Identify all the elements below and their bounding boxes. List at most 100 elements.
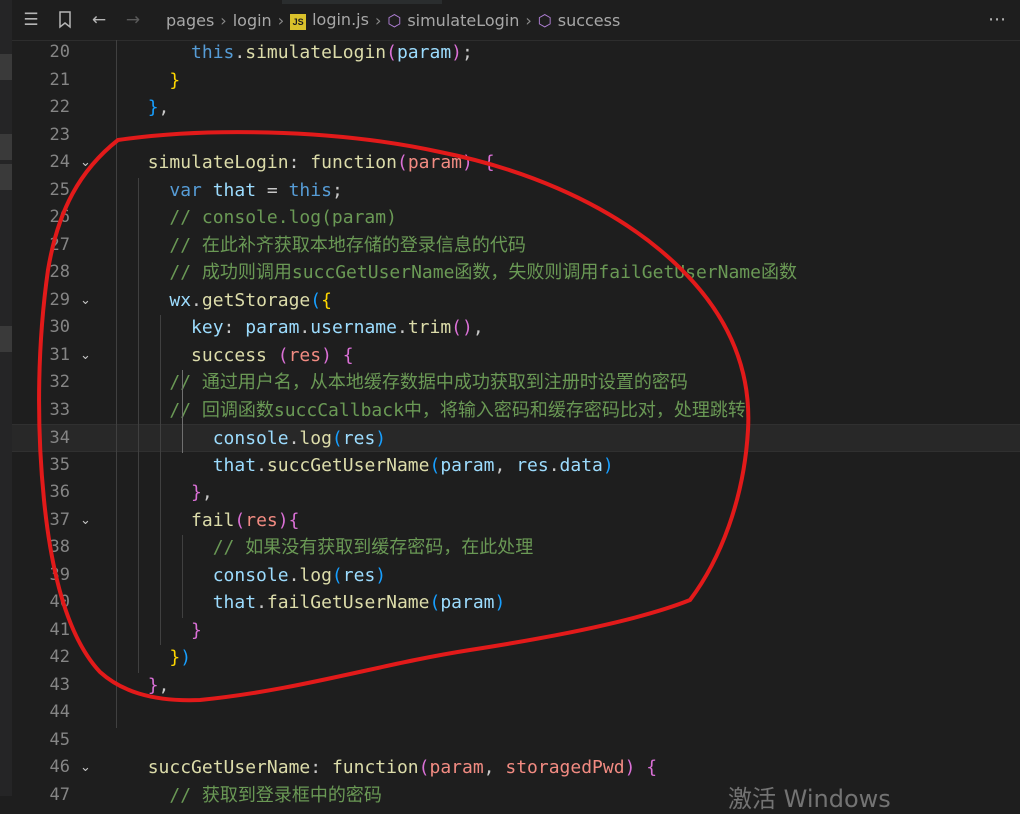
- code-line[interactable]: 39 console.log(res): [12, 562, 1020, 590]
- cube-icon: ⬡: [537, 10, 552, 30]
- code-text: wx.getStorage({: [169, 289, 332, 311]
- arrow-right-icon[interactable]: →: [118, 5, 148, 35]
- strip-marker: [0, 326, 12, 352]
- line-number: 28: [49, 262, 70, 282]
- line-number: 39: [49, 564, 70, 585]
- code-line[interactable]: 32 // 通过用户名，从本地缓存数据中成功获取到注册时设置的密码: [12, 369, 1020, 397]
- chevron-down-icon[interactable]: ⌄: [80, 287, 96, 315]
- code-line[interactable]: 44: [12, 699, 1020, 727]
- line-number: 35: [49, 454, 70, 475]
- line-number: 47: [49, 784, 70, 805]
- line-number: 46: [49, 757, 70, 777]
- code-text: // 如果没有获取到缓存密码，在此处理: [212, 537, 534, 558]
- code-text: },: [147, 97, 170, 118]
- indent-guide: [138, 177, 139, 673]
- code-line[interactable]: 25 var that = this;: [12, 177, 1020, 205]
- indent-guide: [182, 370, 183, 453]
- code-line[interactable]: 36 },: [12, 479, 1020, 507]
- line-number: 21: [49, 69, 70, 90]
- code-line[interactable]: 31 ⌄ success (res) {: [12, 342, 1020, 370]
- code-text: // 通过用户名，从本地缓存数据中成功获取到注册时设置的密码: [169, 372, 688, 393]
- line-number: 23: [49, 124, 70, 145]
- chevron-down-icon[interactable]: ⌄: [80, 507, 96, 535]
- chevron-right-icon: ›: [277, 10, 285, 30]
- breadcrumb-bar: ☰ ← → pages › login › JS login.js › ⬡ simu…: [12, 0, 1020, 41]
- chevron-right-icon: ›: [220, 10, 227, 30]
- code-text: console.log(res): [212, 428, 387, 449]
- code-text: var that = this;: [169, 179, 343, 201]
- code-line[interactable]: 34 console.log(res): [12, 424, 1020, 452]
- code-line[interactable]: 45: [12, 727, 1020, 755]
- bookmark-icon[interactable]: [50, 5, 80, 35]
- line-number: 44: [49, 702, 70, 722]
- arrow-left-icon[interactable]: ←: [84, 5, 114, 35]
- chevron-right-icon: ›: [374, 10, 382, 30]
- line-number: 34: [49, 428, 70, 448]
- code-line[interactable]: 30 key: param.username.trim(),: [12, 314, 1020, 342]
- code-text: that.succGetUserName(param, res.data): [212, 454, 614, 476]
- line-number: 30: [49, 317, 70, 337]
- code-line[interactable]: 26 // console.log(param): [12, 204, 1020, 232]
- line-number: 38: [49, 537, 70, 557]
- code-line[interactable]: 23: [12, 122, 1020, 150]
- line-number: 22: [49, 97, 70, 117]
- line-number: 27: [49, 234, 70, 255]
- breadcrumb-simulate-login[interactable]: ⬡ simulateLogin: [387, 11, 519, 30]
- line-number: 29: [49, 289, 70, 310]
- line-number: 37: [49, 509, 70, 530]
- code-line[interactable]: 38 // 如果没有获取到缓存密码，在此处理: [12, 534, 1020, 562]
- windows-activation-watermark: 激活 Windows: [728, 785, 891, 813]
- code-line[interactable]: 27 // 在此补齐获取本地存储的登录信息的代码: [12, 232, 1020, 260]
- more-icon[interactable]: ⋯: [988, 0, 1006, 40]
- code-line[interactable]: 28 // 成功则调用succGetUserName函数，失败则调用failGe…: [12, 259, 1020, 287]
- code-text: // 回调函数succCallback中，将输入密码和缓存密码比对，处理跳转: [169, 399, 746, 421]
- code-text: // 在此补齐获取本地存储的登录信息的代码: [169, 234, 526, 256]
- code-line[interactable]: 41 }: [12, 617, 1020, 645]
- code-text: key: param.username.trim(),: [191, 317, 484, 338]
- activity-strip: [0, 0, 12, 796]
- chevron-down-icon[interactable]: ⌄: [80, 754, 96, 782]
- code-line[interactable]: 24 ⌄ simulateLogin: function(param) {: [12, 149, 1020, 177]
- code-text: // 获取到登录框中的密码: [169, 784, 382, 806]
- line-number: 42: [49, 647, 70, 667]
- code-text: fail(res){: [191, 509, 300, 531]
- chevron-down-icon[interactable]: ⌄: [80, 149, 96, 177]
- chevron-down-icon[interactable]: ⌄: [80, 342, 96, 370]
- code-text: // console.log(param): [169, 207, 397, 228]
- line-number: 24: [49, 152, 70, 172]
- indent-guide: [160, 315, 161, 645]
- line-number: 40: [49, 592, 70, 612]
- code-text: simulateLogin: function(param) {: [147, 152, 495, 173]
- code-line[interactable]: 20 this.simulateLogin(param);: [12, 39, 1020, 67]
- symbol-name: success: [557, 10, 621, 30]
- js-file-icon: JS: [290, 14, 307, 30]
- cube-icon: ⬡: [387, 10, 402, 30]
- code-line[interactable]: 37 ⌄ fail(res){: [12, 507, 1020, 535]
- breadcrumb-login[interactable]: login: [233, 11, 272, 30]
- line-number: 20: [49, 42, 70, 62]
- chevron-right-icon: ›: [525, 10, 532, 30]
- breadcrumb-file[interactable]: JS login.js: [290, 10, 369, 30]
- code-editor[interactable]: 20 this.simulateLogin(param); 21 } 22 }, 23…: [12, 39, 1020, 806]
- code-line[interactable]: 22 },: [12, 94, 1020, 122]
- code-line[interactable]: 42 }): [12, 644, 1020, 672]
- code-text: }): [169, 647, 192, 668]
- code-text: }: [169, 69, 181, 91]
- breadcrumb-success[interactable]: ⬡ success: [538, 11, 621, 30]
- breadcrumb-pages[interactable]: pages: [166, 11, 214, 30]
- symbol-name: simulateLogin: [407, 10, 520, 30]
- code-line[interactable]: 21 }: [12, 67, 1020, 95]
- code-line[interactable]: 46 ⌄ succGetUserName: function(param, sto…: [12, 754, 1020, 782]
- indent-guide: [182, 535, 183, 618]
- code-line[interactable]: 33 // 回调函数succCallback中，将输入密码和缓存密码比对，处理跳…: [12, 397, 1020, 425]
- line-number: 26: [49, 207, 70, 227]
- line-number: 41: [49, 619, 70, 640]
- line-number: 43: [49, 674, 70, 695]
- code-line[interactable]: 40 that.failGetUserName(param): [12, 589, 1020, 617]
- code-line[interactable]: 43 },: [12, 672, 1020, 700]
- code-line[interactable]: 35 that.succGetUserName(param, res.data): [12, 452, 1020, 480]
- list-icon[interactable]: ☰: [16, 5, 46, 35]
- code-text: // 成功则调用succGetUserName函数，失败则调用failGetUs…: [169, 262, 797, 283]
- code-line[interactable]: 29 ⌄ wx.getStorage({: [12, 287, 1020, 315]
- tab-edge: [282, 0, 442, 4]
